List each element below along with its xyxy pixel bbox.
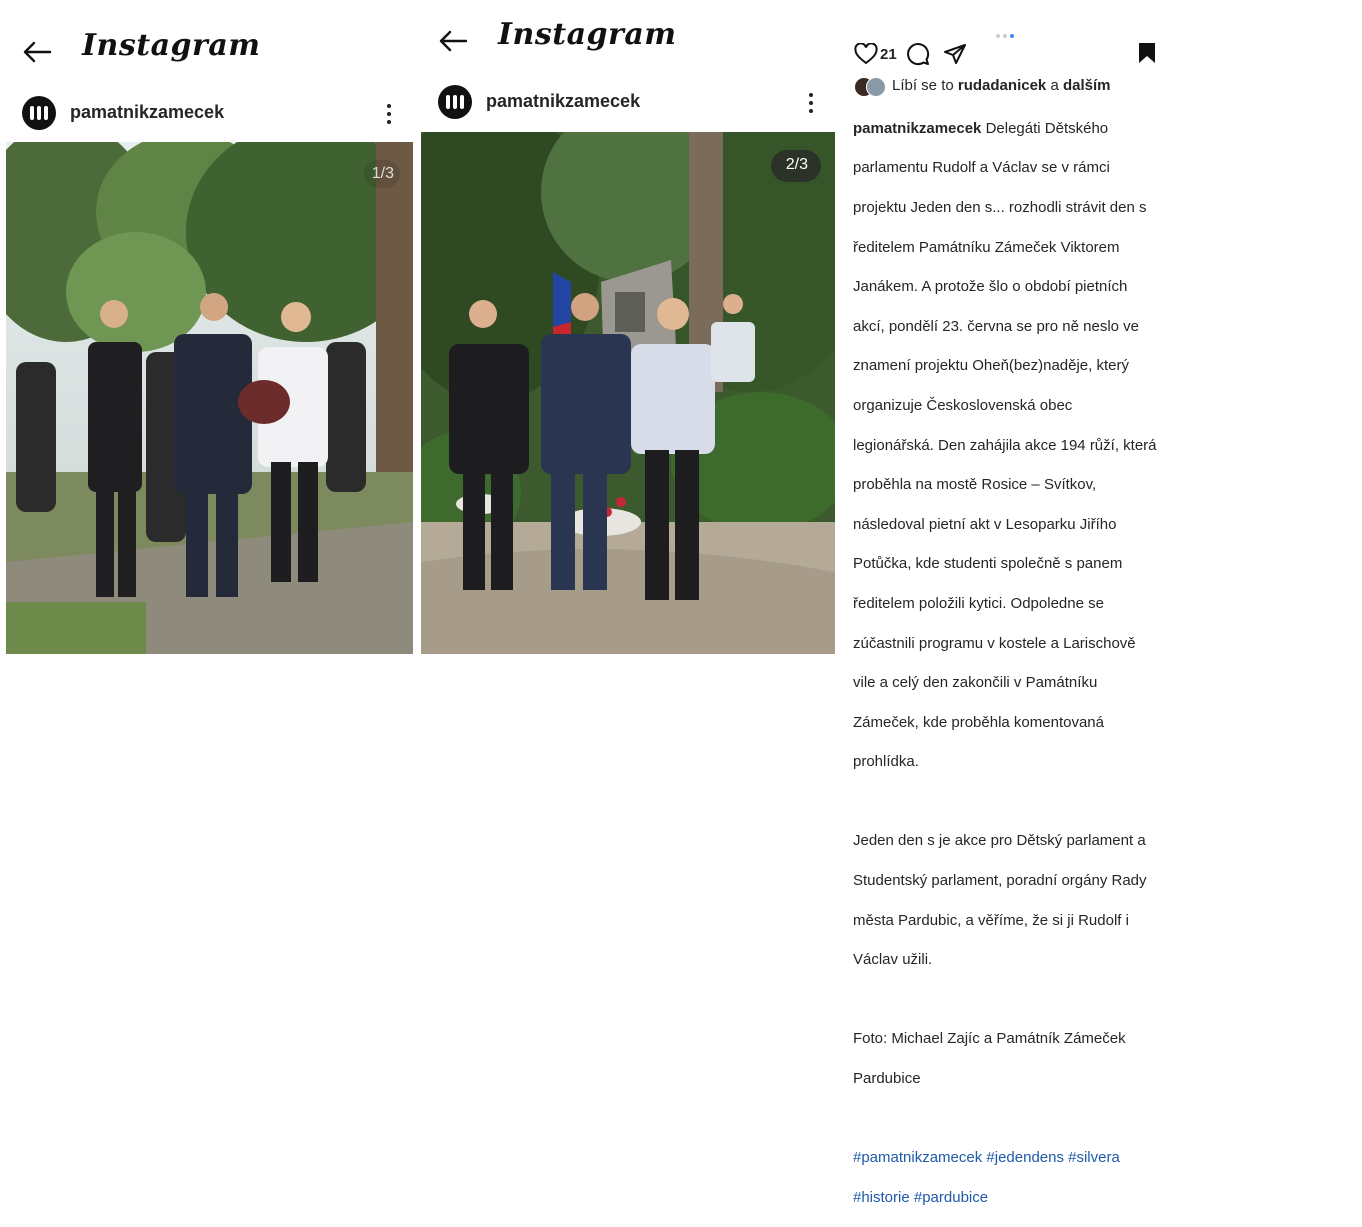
- post-photo-2[interactable]: 2/3: [421, 132, 835, 654]
- back-arrow-icon: [439, 30, 468, 52]
- caption-line: proběhla na mostě Rosice – Svítkov,: [853, 476, 1097, 494]
- instagram-logo: Instagram: [82, 28, 261, 63]
- caption-line: legionářská. Den zahájila akce 194 růží,…: [853, 436, 1157, 454]
- caption-line: [853, 990, 1173, 1010]
- hashtags-line[interactable]: #pamatnikzamecek #jedendens #silvera: [853, 1148, 1173, 1168]
- more-options-button[interactable]: [384, 104, 394, 124]
- caption-line: projektu Jeden den s... rozhodli strávit…: [853, 198, 1147, 216]
- caption-line: ředitelem položili kytici. Odpoledne se: [853, 594, 1104, 612]
- like-count[interactable]: 21: [880, 46, 897, 63]
- back-arrow-icon: [23, 41, 52, 63]
- caption-line: [853, 1109, 1173, 1129]
- caption-line: následoval pietní akt v Lesoparku Jiřího: [853, 515, 1117, 533]
- carousel-counter: 1/3: [371, 165, 394, 182]
- liked-by-others[interactable]: dalším: [1063, 77, 1111, 94]
- liked-by-text: Líbí se to rudadanicek a dalším: [892, 77, 1110, 94]
- caption-username[interactable]: pamatnikzamecek: [853, 120, 981, 137]
- back-button[interactable]: [438, 29, 468, 53]
- liked-by-avatars[interactable]: [854, 77, 888, 97]
- heart-icon: [854, 42, 878, 65]
- share-icon: [944, 44, 966, 64]
- carousel-dot: [996, 34, 1000, 38]
- liked-by-user[interactable]: rudadanicek: [958, 77, 1046, 94]
- caption-line: Pardubice: [853, 1070, 921, 1088]
- carousel-dot: [1003, 34, 1007, 38]
- caption-line: Foto: Michael Zajíc a Památník Zámeček: [853, 1030, 1126, 1048]
- caption-line: Potůčka, kde studenti společně s panem: [853, 555, 1123, 573]
- caption-line: ředitelem Památníku Zámeček Viktorem: [853, 238, 1120, 256]
- liked-by-prefix: Líbí se to: [892, 77, 954, 94]
- bookmark-icon: [1139, 43, 1155, 63]
- caption-line: prohlídka.: [853, 753, 919, 771]
- instagram-logo: Instagram: [498, 17, 677, 52]
- more-options-button[interactable]: [806, 93, 816, 113]
- avatar[interactable]: [22, 96, 56, 130]
- liked-by-and: a: [1050, 77, 1059, 94]
- caption-line: Jeden den s je akce pro Dětský parlament…: [853, 832, 1146, 850]
- caption-line: parlamentu Rudolf a Václav se v rámci: [853, 159, 1110, 177]
- more-options-icon: [387, 104, 391, 108]
- avatar: [866, 77, 886, 97]
- share-button[interactable]: [943, 42, 967, 71]
- comment-button[interactable]: [906, 42, 930, 71]
- carousel-dot-active: [1010, 34, 1014, 38]
- caption-line: Václav užili.: [853, 951, 933, 969]
- caption-line: organizuje Československá obec: [853, 396, 1073, 414]
- caption-line: zúčastnili programu v kostele a Larischo…: [853, 634, 1136, 652]
- caption-line: znamení projektu Oheň(bez)naděje, který: [853, 357, 1129, 375]
- caption-line: vile a celý den zakončili v Památníku: [853, 674, 1098, 692]
- caption-line: města Pardubic, a věříme, že si ji Rudol…: [853, 911, 1129, 929]
- caption-line: Studentský parlament, poradní orgány Rad…: [853, 872, 1147, 890]
- caption-line: akcí, pondělí 23. června se pro ně neslo…: [853, 317, 1140, 335]
- caption-line: Zámeček, kde proběhla komentovaná: [853, 713, 1104, 731]
- caption-line: pamatnikzamecek Delegáti Dětského: [853, 119, 1109, 137]
- hashtags-line[interactable]: #historie #pardubice: [853, 1188, 1173, 1208]
- more-options-icon: [809, 93, 813, 97]
- post-username[interactable]: pamatnikzamecek: [486, 91, 640, 112]
- post-photo-1[interactable]: 1/3: [6, 142, 413, 654]
- carousel-dots: [996, 25, 1017, 43]
- avatar[interactable]: [438, 85, 472, 119]
- caption-line: Janákem. A protože šlo o období pietních: [853, 278, 1128, 296]
- caption-line: [853, 792, 1173, 812]
- bookmark-button[interactable]: [1138, 42, 1156, 69]
- carousel-counter: 2/3: [785, 156, 808, 173]
- post-caption: pamatnikzamecek Delegáti Dětského parlam…: [853, 99, 1173, 1227]
- like-button[interactable]: [854, 42, 878, 70]
- comment-icon: [907, 43, 930, 66]
- back-button[interactable]: [22, 40, 52, 64]
- post-username[interactable]: pamatnikzamecek: [70, 102, 224, 123]
